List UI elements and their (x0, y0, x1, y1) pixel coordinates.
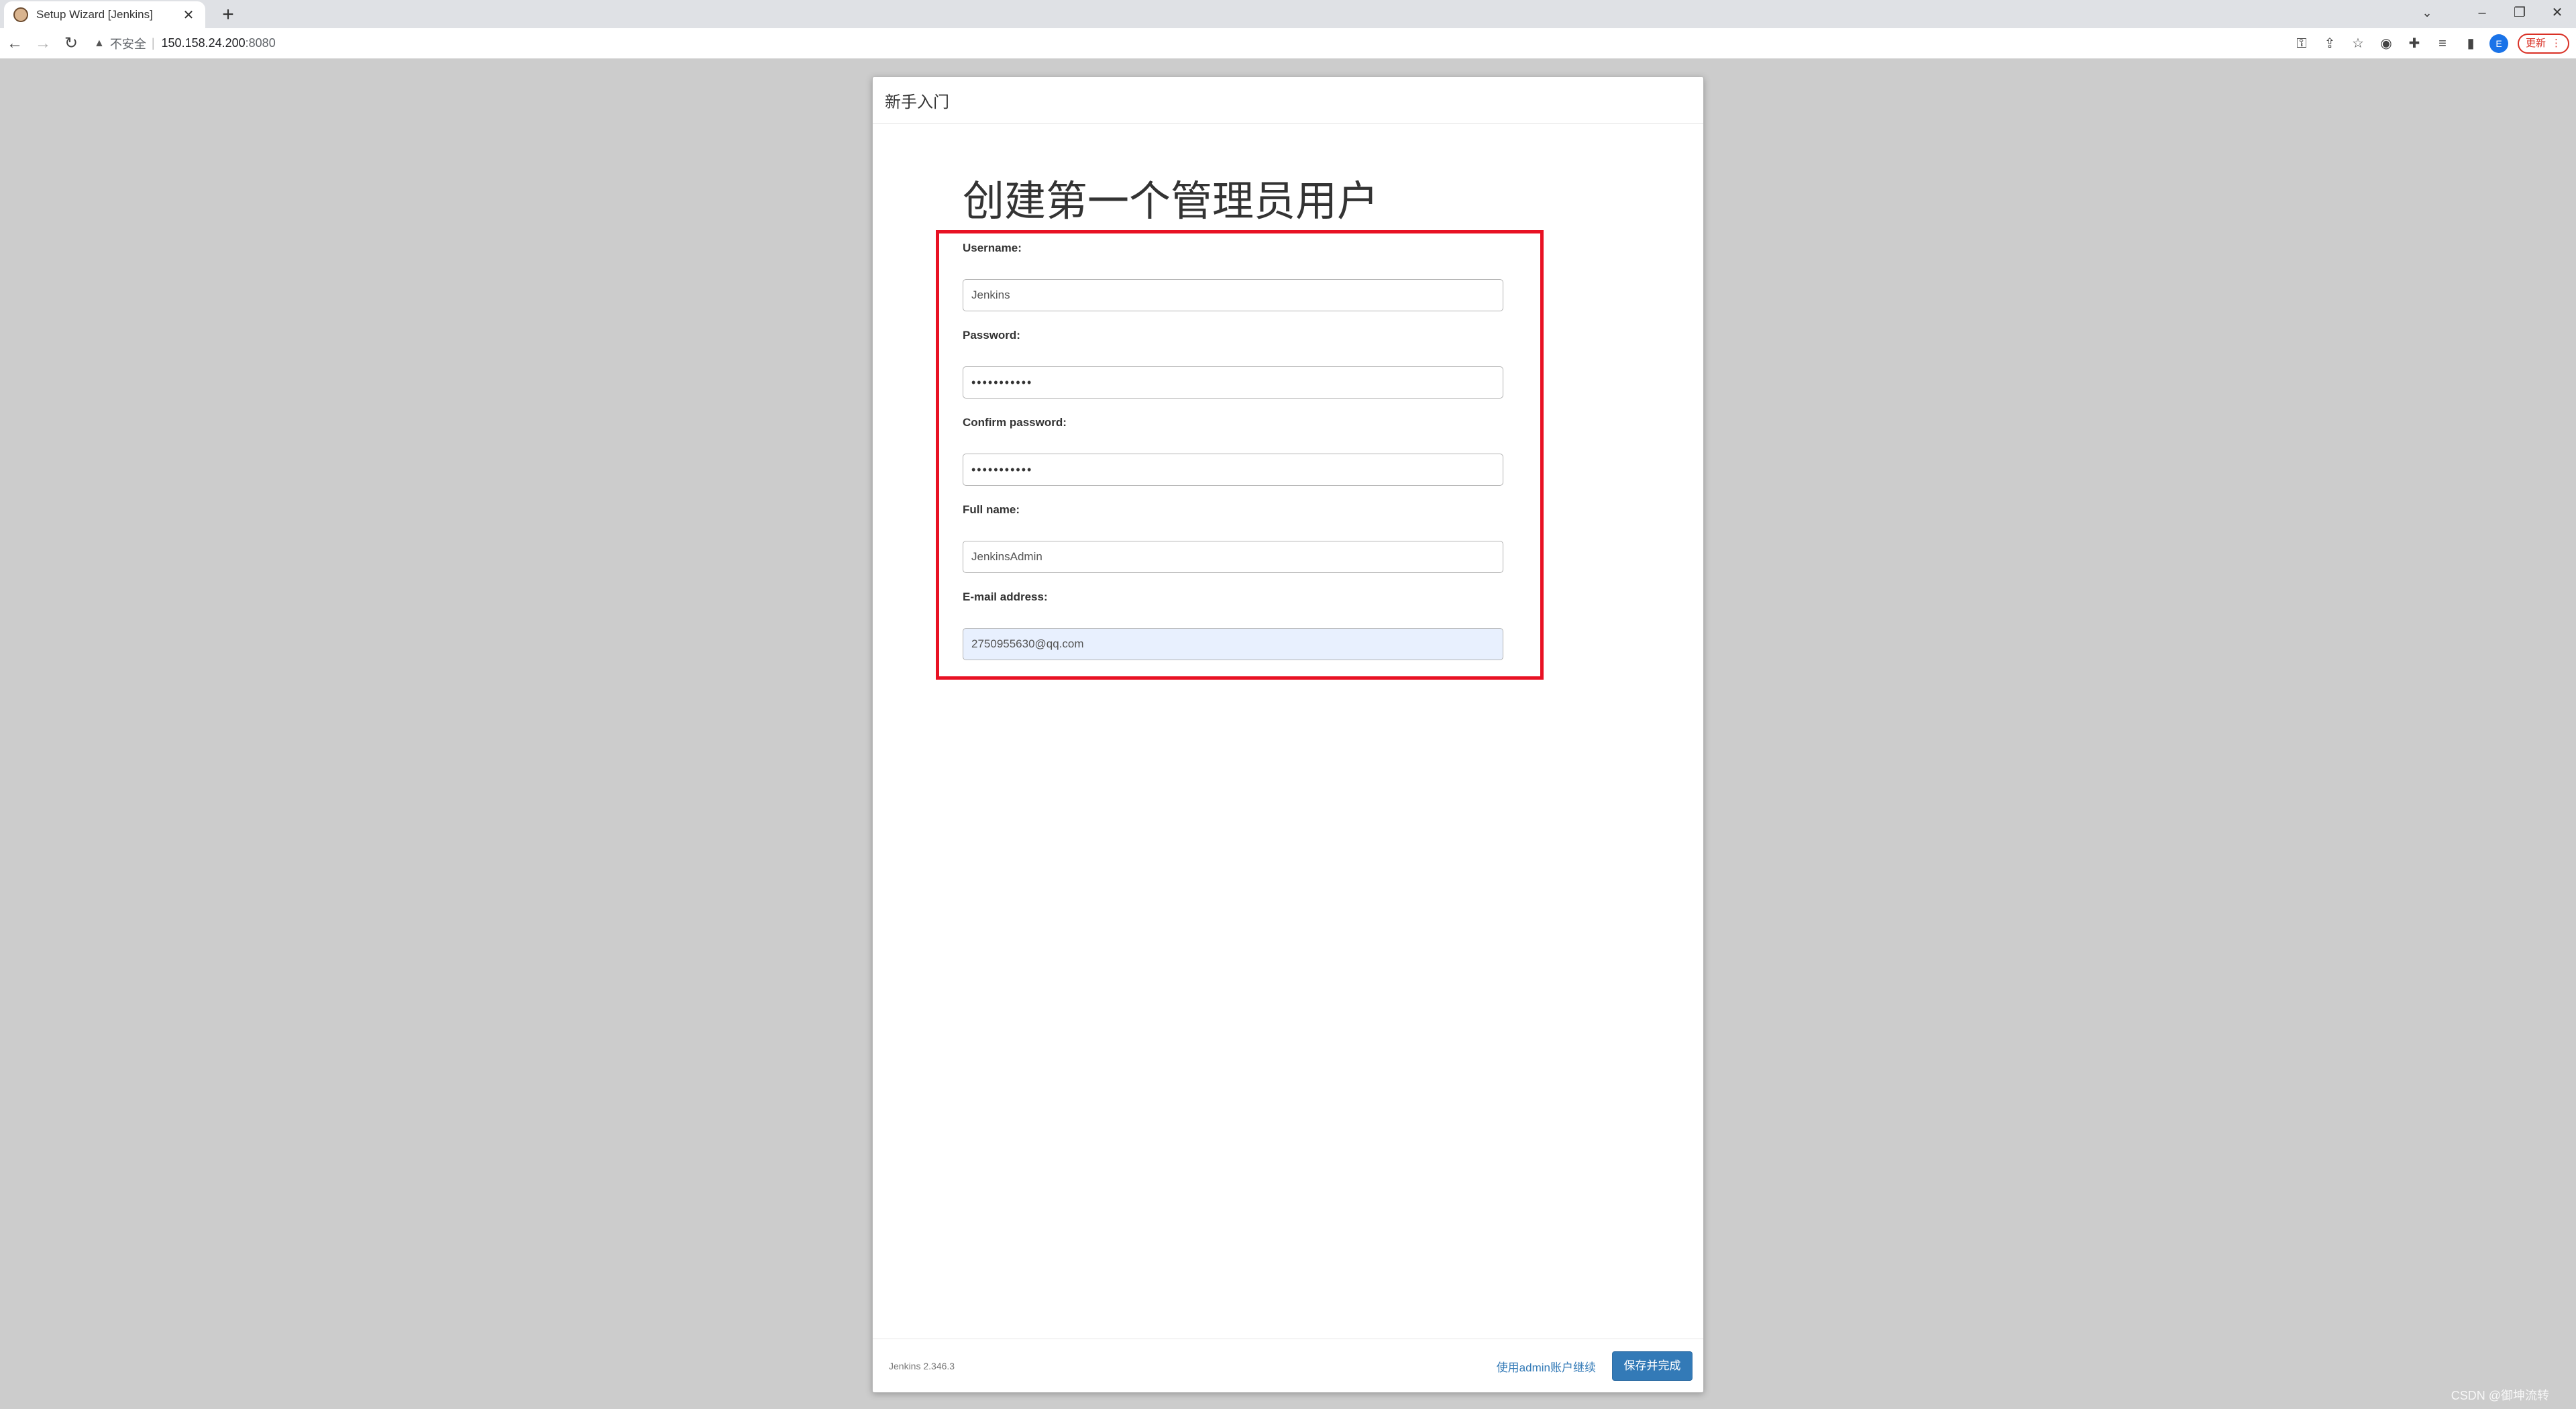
full-name-group: Full name: JenkinsAdmin (963, 503, 1503, 573)
email-group: E-mail address: 2750955630@qq.com (963, 590, 1503, 660)
dialog-footer: Jenkins 2.346.3 使用admin账户继续 保存并完成 (873, 1339, 1703, 1392)
kebab-menu-icon: ⋮ (2551, 38, 2561, 49)
confirm-password-input[interactable]: ••••••••••• (963, 454, 1503, 486)
dialog-header: 新手入门 (873, 77, 1703, 124)
extension-circle-icon[interactable]: ◉ (2377, 34, 2396, 53)
password-label: Password: (963, 329, 1020, 342)
back-button[interactable]: ← (1, 30, 28, 57)
continue-as-admin-button[interactable]: 使用admin账户继续 (1497, 1358, 1596, 1375)
username-group: Username: Jenkins (963, 242, 1503, 311)
share-icon[interactable]: ⇪ (2320, 34, 2339, 53)
save-and-finish-button[interactable]: 保存并完成 (1612, 1351, 1693, 1381)
url-port: :8080 (245, 36, 276, 50)
url-host: 150.158.24.200 (161, 36, 246, 50)
watermark: CSDN @御坤流转 (2451, 1389, 2549, 1402)
forward-button[interactable]: → (30, 30, 56, 57)
full-name-input[interactable]: JenkinsAdmin (963, 541, 1503, 573)
url-separator: | (151, 36, 155, 50)
browser-toolbar: ← → ↻ ▲ 不安全 | 150.158.24.200 :8080 ⚿ ⇪ ☆… (0, 28, 2576, 59)
reload-button[interactable]: ↻ (58, 30, 85, 57)
password-input[interactable]: ••••••••••• (963, 366, 1503, 399)
username-input[interactable]: Jenkins (963, 279, 1503, 311)
tab-close-icon[interactable]: ✕ (181, 7, 196, 23)
page-title: 创建第一个管理员用户 (963, 178, 1379, 225)
security-label[interactable]: 不安全 (110, 35, 146, 52)
email-input[interactable]: 2750955630@qq.com (963, 628, 1503, 660)
update-button[interactable]: 更新 ⋮ (2517, 34, 2569, 54)
key-icon[interactable]: ⚿ (2292, 34, 2311, 53)
full-name-label: Full name: (963, 503, 1020, 516)
username-label: Username: (963, 242, 1022, 254)
browser-tabstrip: Setup Wizard [Jenkins] ✕ + ⌄ – ❐ ✕ (0, 0, 2576, 28)
toolbar-actions: ⚿ ⇪ ☆ ◉ ✚ ≡ ▮ E 更新 ⋮ (2292, 28, 2569, 59)
side-panel-icon[interactable]: ▮ (2461, 34, 2480, 53)
reading-list-icon[interactable]: ≡ (2433, 34, 2452, 53)
confirm-password-label: Confirm password: (963, 416, 1067, 429)
warning-icon: ▲ (94, 37, 105, 49)
window-close-button[interactable]: ✕ (2538, 0, 2576, 27)
jenkins-version: Jenkins 2.346.3 (889, 1361, 955, 1371)
tab-setup-wizard[interactable]: Setup Wizard [Jenkins] ✕ (4, 1, 205, 28)
setup-wizard-dialog: 新手入门 创建第一个管理员用户 Username: Jenkins Passwo… (872, 76, 1704, 1393)
tab-search-chevron-icon[interactable]: ⌄ (2412, 0, 2442, 27)
restore-button[interactable]: ❐ (2501, 0, 2538, 27)
extensions-puzzle-icon[interactable]: ✚ (2405, 34, 2424, 53)
email-label: E-mail address: (963, 590, 1048, 603)
url-bar[interactable]: ▲ 不安全 | 150.158.24.200 :8080 (94, 32, 276, 55)
password-group: Password: ••••••••••• (963, 329, 1503, 399)
confirm-password-group: Confirm password: ••••••••••• (963, 416, 1503, 486)
bookmark-star-icon[interactable]: ☆ (2349, 34, 2367, 53)
minimize-button[interactable]: – (2463, 0, 2501, 27)
profile-avatar[interactable]: E (2489, 34, 2508, 53)
new-tab-button[interactable]: + (216, 3, 240, 27)
update-label: 更新 (2525, 38, 2546, 49)
tab-title: Setup Wizard [Jenkins] (36, 8, 153, 21)
jenkins-favicon-icon (13, 7, 28, 22)
